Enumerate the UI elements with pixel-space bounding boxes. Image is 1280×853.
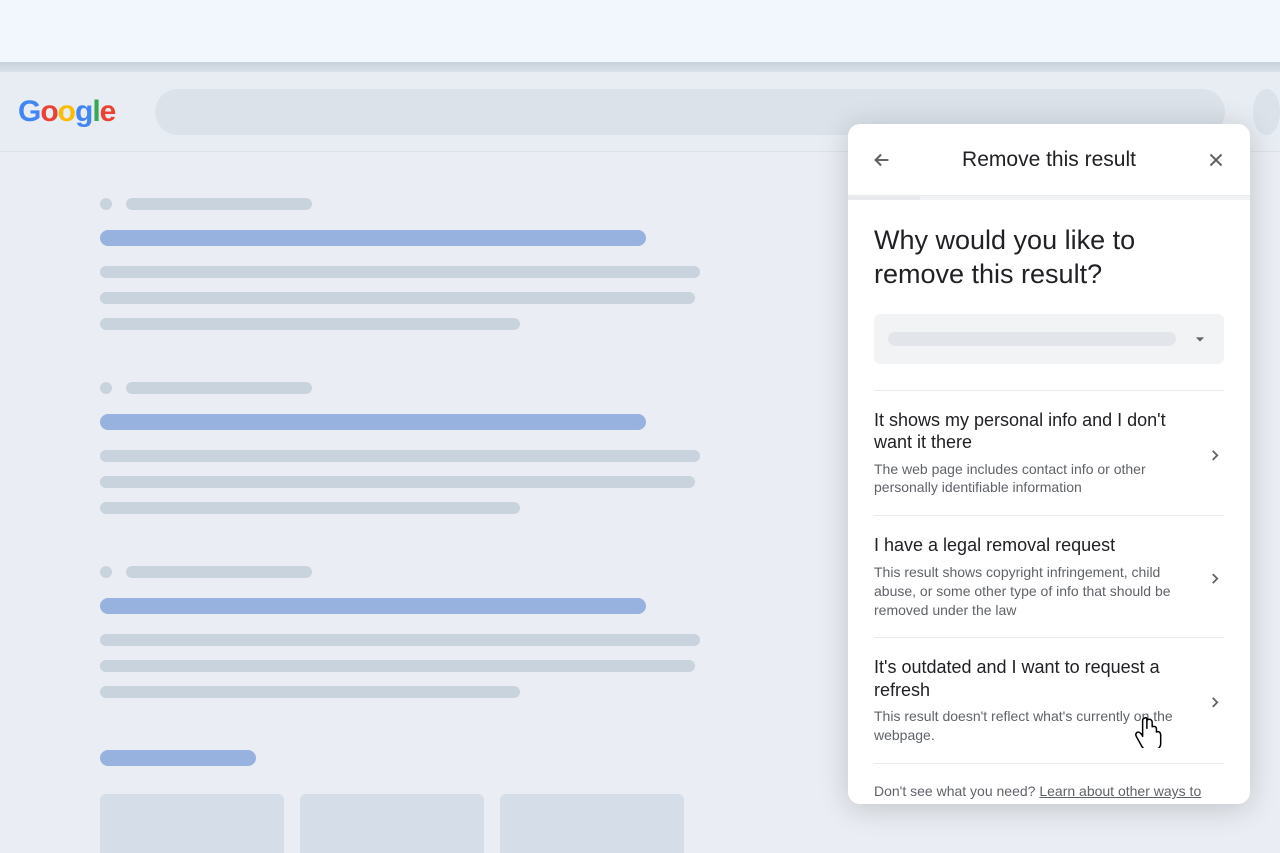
result-card[interactable] — [300, 794, 484, 853]
back-button[interactable] — [870, 148, 894, 172]
reason-dropdown[interactable] — [874, 314, 1224, 364]
modal-question: Why would you like to remove this result… — [874, 224, 1224, 292]
dropdown-placeholder — [888, 332, 1176, 346]
avatar[interactable] — [1253, 89, 1280, 135]
snippet-line — [100, 686, 520, 698]
url-placeholder — [126, 382, 312, 394]
result-title-placeholder[interactable] — [100, 230, 646, 246]
option-title: It's outdated and I want to request a re… — [874, 656, 1190, 701]
snippet-line — [100, 660, 695, 672]
option-legal-request[interactable]: I have a legal removal request This resu… — [874, 515, 1224, 637]
chevron-down-icon — [1190, 329, 1210, 349]
screenshot-frame-bar — [0, 62, 1280, 72]
result-title-placeholder[interactable] — [100, 414, 646, 430]
chevron-right-icon — [1206, 660, 1224, 745]
chevron-right-icon — [1206, 413, 1224, 498]
snippet-line — [100, 266, 700, 278]
snippet-line — [100, 634, 700, 646]
favicon-placeholder — [100, 566, 112, 578]
option-title: I have a legal removal request — [874, 534, 1190, 557]
option-title: It shows my personal info and I don't wa… — [874, 409, 1190, 454]
option-desc: This result doesn't reflect what's curre… — [874, 707, 1190, 745]
modal-title: Remove this result — [962, 148, 1136, 172]
close-icon — [1205, 149, 1227, 171]
snippet-line — [100, 502, 520, 514]
option-outdated[interactable]: It's outdated and I want to request a re… — [874, 637, 1224, 763]
snippet-line — [100, 292, 695, 304]
url-placeholder — [126, 198, 312, 210]
option-personal-info[interactable]: It shows my personal info and I don't wa… — [874, 390, 1224, 516]
chevron-right-icon — [1206, 538, 1224, 619]
arrow-left-icon — [871, 149, 893, 171]
modal-header: Remove this result — [848, 124, 1250, 196]
page-top-margin — [0, 0, 1280, 62]
result-title-placeholder[interactable] — [100, 598, 646, 614]
result-card[interactable] — [100, 794, 284, 853]
favicon-placeholder — [100, 198, 112, 210]
footer-prefix: Don't see what you need? — [874, 783, 1039, 799]
favicon-placeholder — [100, 382, 112, 394]
option-desc: This result shows copyright infringement… — [874, 563, 1190, 620]
google-logo[interactable]: Google — [18, 95, 115, 129]
modal-footer-text: Don't see what you need? Learn about oth… — [874, 763, 1224, 804]
cards-heading-placeholder — [100, 750, 256, 766]
modal-body: Why would you like to remove this result… — [848, 200, 1250, 804]
remove-result-modal: Remove this result Why would you like to… — [848, 124, 1250, 804]
url-placeholder — [126, 566, 312, 578]
snippet-line — [100, 318, 520, 330]
result-card[interactable] — [500, 794, 684, 853]
snippet-line — [100, 476, 695, 488]
snippet-line — [100, 450, 700, 462]
option-desc: The web page includes contact info or ot… — [874, 460, 1190, 498]
close-button[interactable] — [1204, 148, 1228, 172]
